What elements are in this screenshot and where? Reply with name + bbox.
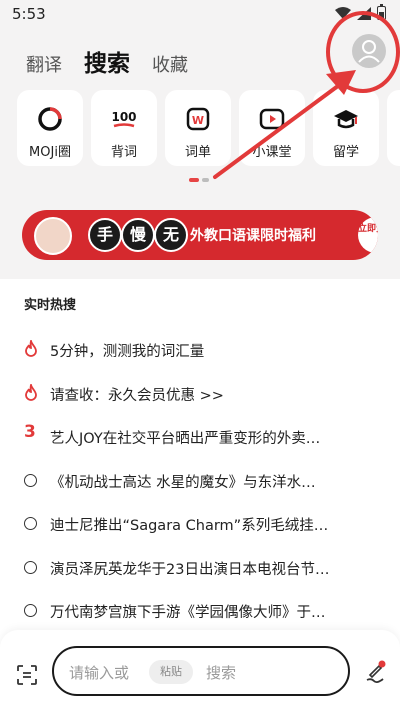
hot-item-text: 迪士尼推出“Sagara Charm”系列毛绒挂… <box>50 518 329 534</box>
hot-item-text: 万代南梦宫旗下手游《学园偶像大师》于… <box>50 605 326 621</box>
svg-text:100: 100 <box>111 110 136 124</box>
hot-item[interactable]: 迪士尼推出“Sagara Charm”系列毛绒挂… <box>0 504 400 548</box>
hot-item-text: 5分钟，测测我的词汇量 <box>50 344 205 360</box>
status-time: 5:53 <box>12 5 46 23</box>
hot-item[interactable]: 3 艺人JOY在社交平台晒出严重变形的外卖… <box>0 417 400 461</box>
page-dot-active <box>189 178 199 182</box>
tab-search[interactable]: 搜索 <box>84 44 130 78</box>
shortcut-label: MOJi圈 <box>29 145 71 160</box>
hot-item-text: 演员泽尻英龙华于23日出演日本电视台节… <box>50 561 330 578</box>
banner-badge: 手 <box>88 218 122 252</box>
shortcut-label: 背词 <box>110 145 137 160</box>
search-placeholder: 请输入或 <box>69 664 130 682</box>
highlight-ring <box>326 11 400 93</box>
mode-tabs: 翻译 搜索 收藏 <box>26 44 188 78</box>
shortcut-memorize[interactable]: 100 背词 <box>91 90 157 166</box>
page-dot <box>202 178 209 182</box>
hot-item-text: 请查收：永久会员优惠 >> <box>50 387 224 404</box>
wordlist-icon: W <box>186 107 210 131</box>
hot-item-text: 《机动战士高达 水星的魔女》与东洋水… <box>50 474 316 491</box>
scan-icon[interactable] <box>17 665 37 685</box>
handwriting-icon[interactable] <box>362 660 388 686</box>
tab-translate[interactable]: 翻译 <box>26 51 62 77</box>
hot-item-text: 艺人JOY在社交平台晒出严重变形的外卖… <box>50 431 321 447</box>
100-icon: 100 <box>111 110 137 128</box>
graduation-cap-icon <box>334 110 358 129</box>
banner-badge: 无 <box>154 218 188 252</box>
shortcut-study-abroad[interactable]: 留学 <box>313 90 379 166</box>
tab-favorites[interactable]: 收藏 <box>152 51 188 77</box>
shortcut-row: MOJi圈 100 背词 W 词单 小课堂 留学 <box>17 90 400 166</box>
shortcut-mini-class[interactable]: 小课堂 <box>239 90 305 166</box>
hot-item[interactable]: 万代南梦宫旗下手游《学园偶像大师》于… <box>0 591 400 635</box>
hot-item[interactable]: 请查收：永久会员优惠 >> <box>0 374 400 418</box>
circle-icon <box>24 560 37 574</box>
hot-item[interactable]: 演员泽尻英龙华于23日出演日本电视台节… <box>0 548 400 592</box>
promo-banner[interactable]: 手 慢 无 外教口语课限时福利 立即预约 ✕ <box>22 210 378 260</box>
shortcut-wordlist[interactable]: W 词单 <box>165 90 231 166</box>
page-indicator <box>189 178 209 182</box>
moji-ring-icon <box>38 107 62 131</box>
rank-number: 3 <box>24 422 36 442</box>
hot-item[interactable]: 《机动战士高达 水星的魔女》与东洋水… <box>0 461 400 505</box>
hot-search-list: 5分钟，测测我的词汇量 请查收：永久会员优惠 >> 3 艺人JOY在社交平台晒出… <box>0 330 400 635</box>
svg-text:W: W <box>192 114 204 127</box>
fire-icon <box>25 383 37 401</box>
search-placeholder-suffix: 搜索 <box>206 664 237 682</box>
play-icon <box>259 108 285 130</box>
hot-search-title: 实时热搜 <box>24 298 77 313</box>
fire-icon <box>25 340 37 357</box>
circle-icon <box>24 604 37 617</box>
bottom-search-bar: 请输入或 粘贴 搜索 <box>0 630 400 711</box>
paste-button[interactable]: 粘贴 <box>149 660 193 684</box>
search-input[interactable]: 请输入或 粘贴 搜索 <box>52 646 350 696</box>
teacher-avatar <box>34 217 72 255</box>
shortcut-next[interactable] <box>387 90 400 166</box>
shortcut-label: 小课堂 <box>252 145 292 160</box>
circle-icon <box>24 517 37 530</box>
banner-badge: 慢 <box>121 218 155 252</box>
shortcut-label: 词单 <box>184 145 211 160</box>
shortcut-label: 留学 <box>332 145 359 160</box>
shortcut-moji-circle[interactable]: MOJi圈 <box>17 90 83 166</box>
hot-item[interactable]: 5分钟，测测我的词汇量 <box>0 330 400 374</box>
circle-icon <box>24 473 37 487</box>
banner-text: 外教口语课限时福利 <box>190 228 316 244</box>
reserve-button[interactable]: 立即预约 <box>358 217 378 253</box>
